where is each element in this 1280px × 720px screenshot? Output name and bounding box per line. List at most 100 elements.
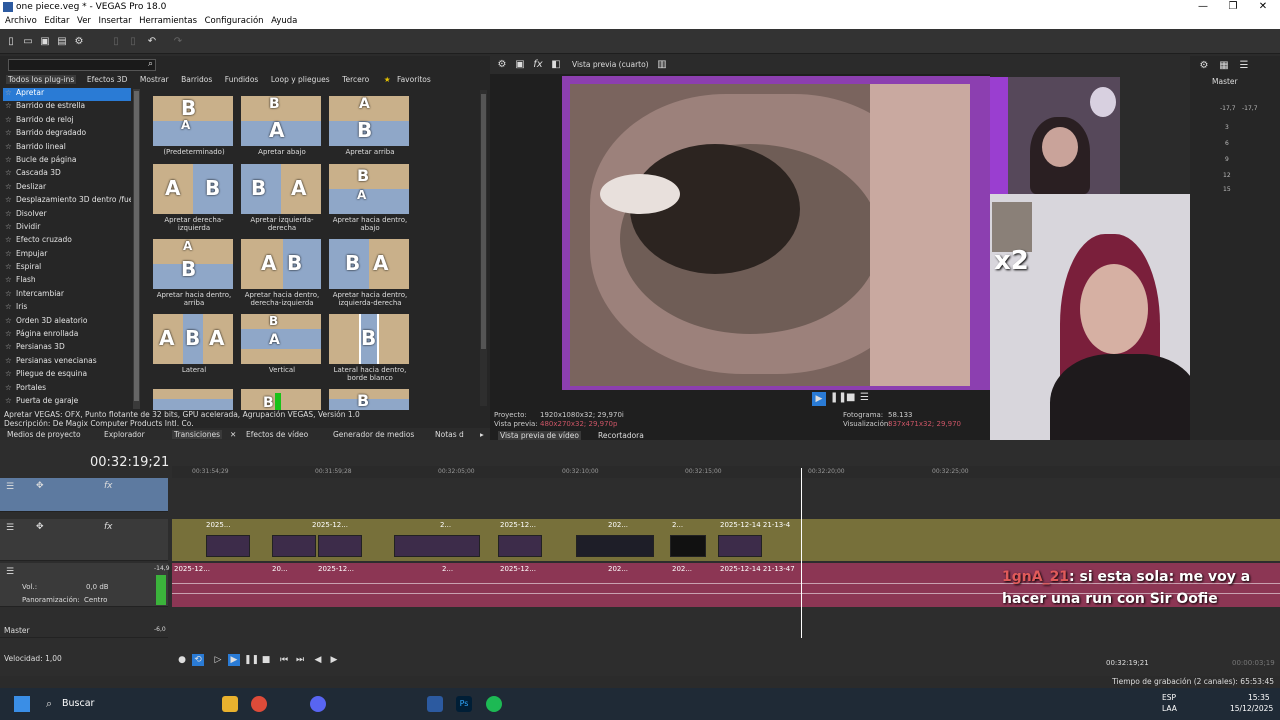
windows-start-icon[interactable]: [14, 696, 30, 712]
list-item[interactable]: Barrido lineal: [3, 142, 131, 155]
list-item[interactable]: Disolver: [3, 209, 131, 222]
preview-quality-select[interactable]: Vista previa (cuarto): [572, 60, 649, 69]
record-icon[interactable]: ●: [176, 654, 188, 666]
file-explorer-icon[interactable]: [222, 696, 238, 712]
tab-tercero[interactable]: Tercero: [340, 75, 371, 84]
master-settings-icon[interactable]: ⚙: [1198, 60, 1210, 72]
photoshop-icon[interactable]: Ps: [456, 696, 472, 712]
list-item[interactable]: Persianas 3D: [3, 342, 131, 355]
list-item[interactable]: Apretar: [3, 88, 131, 102]
list-item[interactable]: Puerta de garaje: [3, 396, 131, 409]
track-menu-icon[interactable]: ☰: [6, 523, 14, 533]
clip-thumbnail[interactable]: [670, 535, 706, 557]
tab-fundidos[interactable]: Fundidos: [223, 75, 261, 84]
save-icon[interactable]: ▣: [39, 36, 51, 48]
preset-thumbnail[interactable]: BA Apretar abajo: [241, 96, 323, 156]
preset-thumbnail[interactable]: B: [329, 389, 411, 410]
vegas-taskbar-icon[interactable]: [427, 696, 443, 712]
clip-thumbnail[interactable]: [718, 535, 762, 557]
monitor-icon[interactable]: ▣: [514, 59, 526, 71]
list-item[interactable]: Iris: [3, 302, 131, 315]
tab-loop[interactable]: Loop y pliegues: [269, 75, 332, 84]
timeline-ruler[interactable]: 00:31:54;29 00:31:59;28 00:32:05;00 00:3…: [172, 466, 1280, 478]
preset-thumbnail[interactable]: B Lateral hacia dentro, borde blanco: [329, 314, 411, 382]
track-header-video-2[interactable]: ☰ ✥ fx: [0, 519, 168, 561]
monitor-icon[interactable]: ▦: [1218, 60, 1230, 72]
preset-thumbnail[interactable]: AB Apretar hacia dentro, arriba: [153, 239, 235, 307]
preset-thumbnail[interactable]: B: [241, 389, 323, 410]
track-fx-icon[interactable]: fx: [104, 481, 113, 491]
tab-mostrar[interactable]: Mostrar: [138, 75, 171, 84]
minimize-button[interactable]: —: [1188, 1, 1218, 12]
track-fx-icon[interactable]: fx: [104, 522, 113, 532]
scrollbar-thumb[interactable]: [134, 91, 139, 401]
tab-notas[interactable]: Notas d: [435, 430, 464, 439]
loop-icon[interactable]: ⟲: [192, 654, 204, 666]
clip-thumbnail[interactable]: [498, 535, 542, 557]
list-item[interactable]: Cascada 3D: [3, 168, 131, 181]
preset-thumbnail[interactable]: ABA Lateral: [153, 314, 235, 374]
tab-close-icon[interactable]: ✕: [230, 430, 236, 439]
stop-icon[interactable]: ■: [846, 392, 855, 403]
pause-icon[interactable]: ❚❚: [244, 654, 259, 666]
play-from-start-icon[interactable]: ▷: [212, 654, 224, 666]
stop-icon[interactable]: ■: [260, 654, 272, 666]
preview-settings-icon[interactable]: ⚙: [496, 59, 508, 71]
list-item[interactable]: Pliegue de esquina: [3, 369, 131, 382]
preset-thumbnail[interactable]: [153, 389, 235, 410]
settings-gear-icon[interactable]: ⚙: [73, 36, 85, 48]
pan-value[interactable]: Centro: [84, 596, 107, 604]
preset-thumbnail[interactable]: BA (Predeterminado): [153, 96, 235, 156]
preset-thumbnail[interactable]: AB Apretar hacia dentro, derecha-izquier…: [241, 239, 323, 307]
next-frame-icon[interactable]: ▶: [328, 654, 340, 666]
list-item[interactable]: Portales: [3, 383, 131, 396]
list-scrollbar[interactable]: [133, 89, 140, 409]
playhead[interactable]: [801, 468, 802, 638]
menu-icon[interactable]: ☰: [860, 392, 869, 403]
track-header-video-1[interactable]: ☰ ✥ fx: [0, 478, 168, 512]
prev-frame-icon[interactable]: ◀: [312, 654, 324, 666]
track-menu-icon[interactable]: ☰: [6, 567, 14, 577]
undo-icon[interactable]: ↶: [146, 36, 158, 48]
preset-thumbnail[interactable]: BA Vertical: [241, 314, 323, 374]
maximize-button[interactable]: ❐: [1218, 1, 1248, 12]
menu-ver[interactable]: Ver: [77, 16, 91, 26]
clip-thumbnail[interactable]: [576, 535, 654, 557]
pause-icon[interactable]: ❚❚: [830, 392, 847, 403]
tab-todos[interactable]: Todos los plug-ins: [6, 75, 77, 84]
menu-archivo[interactable]: Archivo: [5, 16, 37, 26]
menu-editar[interactable]: Editar: [44, 16, 69, 26]
list-item[interactable]: Efecto cruzado: [3, 235, 131, 248]
track-motion-icon[interactable]: ✥: [36, 522, 44, 532]
tab-transiciones[interactable]: Transiciones: [172, 430, 222, 439]
scrollbar-thumb[interactable]: [481, 94, 486, 349]
track-menu-icon[interactable]: ☰: [6, 482, 14, 492]
list-item[interactable]: Barrido degradado: [3, 128, 131, 141]
taskbar-search[interactable]: Buscar: [62, 698, 94, 709]
preset-thumbnail[interactable]: BA Apretar hacia dentro, abajo: [329, 164, 411, 232]
panel-menu-icon[interactable]: ☰: [1238, 60, 1250, 72]
menu-insertar[interactable]: Insertar: [98, 16, 131, 26]
search-icon[interactable]: ⌕: [46, 697, 52, 711]
go-to-start-icon[interactable]: ⏮: [278, 654, 290, 666]
list-item[interactable]: Barrido de estrella: [3, 101, 131, 114]
grid-scrollbar[interactable]: [480, 90, 487, 406]
preset-thumbnail[interactable]: AB Apretar arriba: [329, 96, 411, 156]
discord-icon[interactable]: [310, 696, 326, 712]
tab-medios-proyecto[interactable]: Medios de proyecto: [7, 430, 81, 439]
tab-recortadora[interactable]: Recortadora: [598, 431, 644, 440]
preset-thumbnail[interactable]: AB Apretar derecha-izquierda: [153, 164, 235, 232]
tab-efectos-3d[interactable]: Efectos 3D: [85, 75, 130, 84]
fx-icon[interactable]: fx: [532, 59, 544, 71]
track-header-audio[interactable]: ☰ Vol.: 0,0 dB Panoramización: Centro -1…: [0, 563, 170, 607]
list-item[interactable]: Orden 3D aleatorio: [3, 316, 131, 329]
video-track-2[interactable]: 2025... 2025-12... 2... 2025-12... 202..…: [172, 519, 1280, 561]
tab-generador-medios[interactable]: Generador de medios: [333, 430, 414, 439]
list-item[interactable]: Barrido de reloj: [3, 115, 131, 128]
list-item[interactable]: Flash: [3, 275, 131, 288]
open-folder-icon[interactable]: ▭: [22, 36, 34, 48]
volume-value[interactable]: 0,0 dB: [86, 583, 109, 591]
list-item[interactable]: Empujar: [3, 249, 131, 262]
list-item[interactable]: Espiral: [3, 262, 131, 275]
chrome-icon[interactable]: [251, 696, 267, 712]
